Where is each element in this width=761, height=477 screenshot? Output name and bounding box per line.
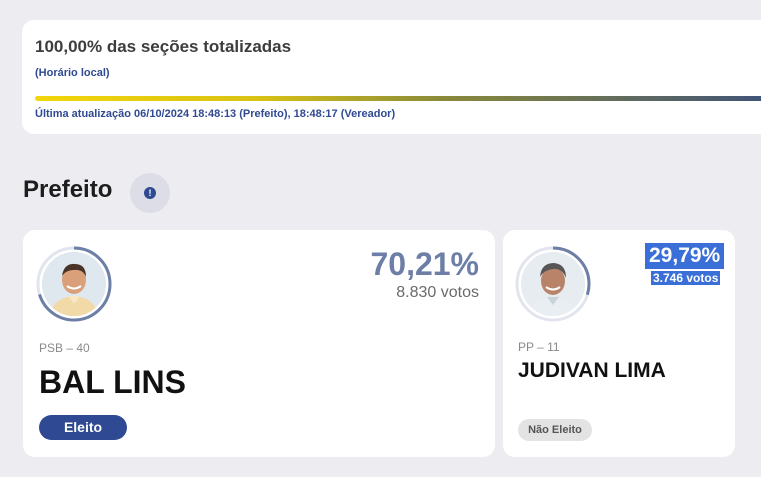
candidate-votes: 8.830 votos [396, 284, 479, 301]
candidate-percent: 70,21% [370, 246, 479, 282]
candidate-percent: 29,79% [645, 243, 725, 269]
totalization-title: 100,00% das seções totalizadas [35, 37, 292, 56]
avatar [42, 252, 106, 316]
candidate-party: PSB – 40 [39, 341, 90, 355]
last-update-text: Última atualização 06/10/2024 18:48:13 (… [35, 108, 396, 120]
avatar [521, 252, 585, 316]
candidate-name: BAL LINS [39, 364, 186, 400]
status-badge: Não Eleito [518, 419, 592, 441]
info-button[interactable]: ! [130, 173, 170, 213]
totalization-status-card: 100,00% das seções totalizadas (Horário … [22, 20, 761, 134]
candidate-avatar-ring [36, 246, 112, 322]
candidate-avatar-ring [515, 246, 591, 322]
candidate-card[interactable]: 29,79% 3.746 votos PP – 11 JUDIVAN LIMA … [503, 230, 735, 457]
status-badge: Eleito [39, 415, 127, 440]
timezone-note: (Horário local) [35, 67, 110, 79]
candidate-card[interactable]: 70,21% 8.830 votos PSB – 40 BAL LINS Ele… [23, 230, 495, 457]
totalization-progress-bar [35, 96, 761, 101]
candidate-name: JUDIVAN LIMA [518, 359, 666, 382]
candidate-party: PP – 11 [518, 340, 560, 354]
info-icon: ! [144, 187, 156, 199]
candidate-votes: 3.746 votos [651, 271, 721, 285]
section-title: Prefeito [23, 176, 113, 203]
